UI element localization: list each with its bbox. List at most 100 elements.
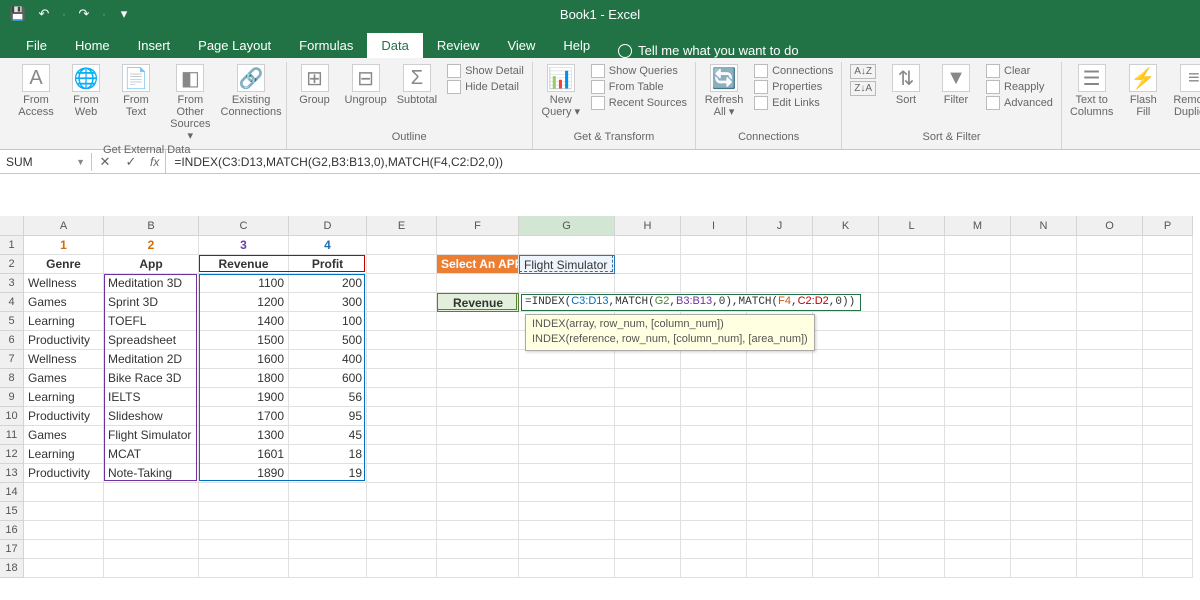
flash-fill-button[interactable]: ⚡Flash Fill [1123,64,1163,118]
cell-O12[interactable] [1077,445,1143,464]
cell-E8[interactable] [367,369,437,388]
edit-links-button[interactable]: Edit Links [754,96,833,110]
cell-C14[interactable] [199,483,289,502]
cell-D14[interactable] [289,483,367,502]
cell-J14[interactable] [747,483,813,502]
cell-B1[interactable]: 2 [104,236,199,255]
cell-O9[interactable] [1077,388,1143,407]
cell-L8[interactable] [879,369,945,388]
cell-E18[interactable] [367,559,437,578]
cell-D11[interactable]: 45 [289,426,367,445]
cell-M16[interactable] [945,521,1011,540]
cell-B18[interactable] [104,559,199,578]
cell-B9[interactable]: IELTS [104,388,199,407]
cell-L18[interactable] [879,559,945,578]
cell-P16[interactable] [1143,521,1193,540]
cell-C18[interactable] [199,559,289,578]
cell-F13[interactable] [437,464,519,483]
cell-D18[interactable] [289,559,367,578]
row-header-2[interactable]: 2 [0,255,24,274]
cell-O5[interactable] [1077,312,1143,331]
cell-M18[interactable] [945,559,1011,578]
row-header-18[interactable]: 18 [0,559,24,578]
cell-L5[interactable] [879,312,945,331]
cell-F9[interactable] [437,388,519,407]
cell-I2[interactable] [681,255,747,274]
reapply-button[interactable]: Reapply [986,80,1053,94]
column-header-L[interactable]: L [879,216,945,236]
cell-B16[interactable] [104,521,199,540]
column-header-F[interactable]: F [437,216,519,236]
cell-F8[interactable] [437,369,519,388]
cell-A2[interactable]: Genre [24,255,104,274]
cell-H7[interactable] [615,350,681,369]
connections-button[interactable]: Connections [754,64,833,78]
cell-E15[interactable] [367,502,437,521]
cell-H1[interactable] [615,236,681,255]
cell-C15[interactable] [199,502,289,521]
cell-N15[interactable] [1011,502,1077,521]
cell-M17[interactable] [945,540,1011,559]
row-header-11[interactable]: 11 [0,426,24,445]
cell-O10[interactable] [1077,407,1143,426]
cell-M11[interactable] [945,426,1011,445]
cell-J8[interactable] [747,369,813,388]
text-to-columns-button[interactable]: ☰Text to Columns [1070,64,1113,118]
cell-A4[interactable]: Games [24,293,104,312]
cell-O18[interactable] [1077,559,1143,578]
column-header-H[interactable]: H [615,216,681,236]
existing-connections-button[interactable]: 🔗Existing Connections [225,64,278,118]
cell-O8[interactable] [1077,369,1143,388]
cell-O17[interactable] [1077,540,1143,559]
cell-P10[interactable] [1143,407,1193,426]
cell-E16[interactable] [367,521,437,540]
row-header-1[interactable]: 1 [0,236,24,255]
tab-review[interactable]: Review [423,33,494,58]
cell-M2[interactable] [945,255,1011,274]
cell-L7[interactable] [879,350,945,369]
cell-C17[interactable] [199,540,289,559]
selected-app-cell[interactable]: Flight Simulator [519,255,615,274]
cell-F16[interactable] [437,521,519,540]
cell-P11[interactable] [1143,426,1193,445]
cell-A8[interactable]: Games [24,369,104,388]
cell-I15[interactable] [681,502,747,521]
cell-A5[interactable]: Learning [24,312,104,331]
cell-I7[interactable] [681,350,747,369]
cell-B17[interactable] [104,540,199,559]
cell-C6[interactable]: 1500 [199,331,289,350]
cell-C2[interactable]: Revenue [199,255,289,274]
cell-G11[interactable] [519,426,615,445]
cell-C11[interactable]: 1300 [199,426,289,445]
cell-P14[interactable] [1143,483,1193,502]
cell-O14[interactable] [1077,483,1143,502]
cell-B5[interactable]: TOEFL [104,312,199,331]
cell-L1[interactable] [879,236,945,255]
cell-D4[interactable]: 300 [289,293,367,312]
cell-A9[interactable]: Learning [24,388,104,407]
tab-help[interactable]: Help [549,33,604,58]
cell-B12[interactable]: MCAT [104,445,199,464]
cell-F11[interactable] [437,426,519,445]
cell-I8[interactable] [681,369,747,388]
cell-D5[interactable]: 100 [289,312,367,331]
cell-J16[interactable] [747,521,813,540]
cell-K2[interactable] [813,255,879,274]
row-header-16[interactable]: 16 [0,521,24,540]
cell-H8[interactable] [615,369,681,388]
cell-M3[interactable] [945,274,1011,293]
cell-F14[interactable] [437,483,519,502]
cell-P18[interactable] [1143,559,1193,578]
cell-E4[interactable] [367,293,437,312]
select-app-label-cell[interactable]: Select An APP [437,255,519,274]
cell-N2[interactable] [1011,255,1077,274]
cell-J9[interactable] [747,388,813,407]
cell-D2[interactable]: Profit [289,255,367,274]
cell-A3[interactable]: Wellness [24,274,104,293]
cell-J7[interactable] [747,350,813,369]
column-header-N[interactable]: N [1011,216,1077,236]
advanced-button[interactable]: Advanced [986,96,1053,110]
cell-K3[interactable] [813,274,879,293]
filter-button[interactable]: ▼Filter [936,64,976,106]
tab-view[interactable]: View [493,33,549,58]
